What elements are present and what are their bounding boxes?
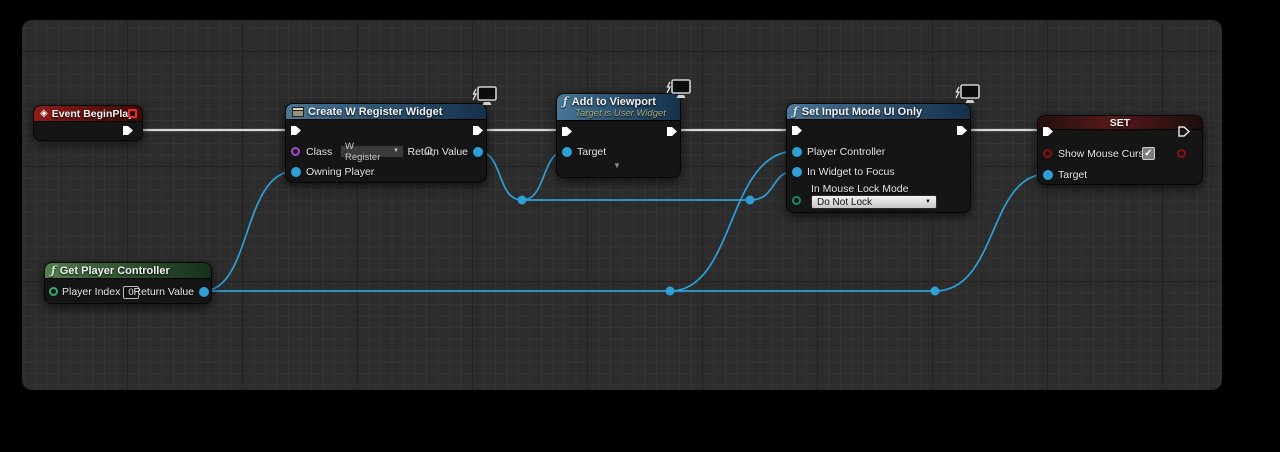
show-mouse-cursor-label: Show Mouse Cursor <box>1058 148 1153 160</box>
function-icon: ƒ <box>51 264 56 277</box>
exec-out-pin[interactable] <box>122 125 134 136</box>
exec-out-pin[interactable] <box>666 126 678 137</box>
return-value-pin[interactable] <box>473 147 483 157</box>
exec-in-pin[interactable] <box>1042 126 1054 137</box>
mouse-lock-mode-value: Do Not Lock <box>817 197 872 208</box>
class-select-dropdown[interactable]: W Register ▼ <box>340 145 404 158</box>
owning-player-label: Owning Player <box>306 166 374 178</box>
function-icon: ƒ <box>793 105 798 118</box>
event-icon: ◈ <box>40 108 48 119</box>
target-pin[interactable] <box>1043 170 1053 180</box>
wire-getpc-owningplayer <box>203 171 295 291</box>
node-title: Create W Register Widget <box>308 106 442 118</box>
in-mouse-lock-mode-label: In Mouse Lock Mode <box>811 183 908 195</box>
reroute-node[interactable] <box>746 196 755 205</box>
player-controller-pin[interactable] <box>792 147 802 157</box>
exec-out-pin[interactable] <box>472 125 484 136</box>
node-add-to-viewport[interactable]: ƒ Add to Viewport Target is User Widget … <box>556 93 681 178</box>
reroute-node[interactable] <box>931 287 940 296</box>
node-set-input-mode[interactable]: ƒ Set Input Mode UI Only Player Controll… <box>786 103 971 213</box>
blueprint-editor-canvas: ◈ Event BeginPlay Create W Register Widg… <box>0 0 1280 452</box>
exec-out-pin[interactable] <box>956 125 968 136</box>
node-header-set-input-mode[interactable]: ƒ Set Input Mode UI Only <box>787 104 970 120</box>
node-header-create-widget[interactable]: Create W Register Widget <box>286 104 486 120</box>
client-monitor-icon <box>470 86 498 110</box>
function-icon: ƒ <box>563 95 568 108</box>
exec-out-pin[interactable] <box>1178 126 1190 137</box>
target-label: Target <box>1058 169 1087 181</box>
show-mouse-cursor-in-pin[interactable] <box>1043 149 1052 158</box>
delegate-pin[interactable] <box>128 109 137 118</box>
node-get-player-controller[interactable]: ƒ Get Player Controller Player Index 0 R… <box>44 262 212 304</box>
in-widget-to-focus-label: In Widget to Focus <box>807 166 895 178</box>
return-value-label: Return Value <box>133 286 194 298</box>
class-pin-label: Class <box>306 146 332 158</box>
node-title: Event BeginPlay <box>52 108 134 120</box>
client-monitor-icon <box>664 79 692 103</box>
return-value-label: Return Value <box>407 146 468 158</box>
wire-getpc-playercontroller <box>670 151 796 291</box>
node-header-add-to-viewport[interactable]: ƒ Add to Viewport Target is User Widget <box>557 94 680 121</box>
reroute-node[interactable] <box>518 196 527 205</box>
class-select-value: W Register <box>345 141 388 163</box>
in-widget-to-focus-pin[interactable] <box>792 167 802 177</box>
return-value-pin[interactable] <box>199 287 209 297</box>
node-header-event-beginplay[interactable]: ◈ Event BeginPlay <box>34 106 142 122</box>
dropdown-arrow-icon: ▼ <box>925 199 931 205</box>
widget-icon <box>292 107 304 117</box>
show-mouse-cursor-out-pin[interactable] <box>1177 149 1186 158</box>
player-controller-label: Player Controller <box>807 146 885 158</box>
player-index-label: Player Index <box>62 286 120 298</box>
client-monitor-icon <box>953 84 981 108</box>
player-index-pin[interactable] <box>49 287 58 296</box>
in-mouse-lock-mode-pin[interactable] <box>792 196 801 205</box>
node-title: SET <box>1110 117 1130 129</box>
collapse-node-icon[interactable]: ▼ <box>613 161 621 170</box>
wires-layer <box>0 0 1280 452</box>
node-create-widget[interactable]: Create W Register Widget Class W Registe… <box>285 103 487 183</box>
node-title: Get Player Controller <box>60 265 170 277</box>
show-mouse-cursor-checkbox[interactable]: ✓ <box>1142 147 1155 160</box>
exec-in-pin[interactable] <box>561 126 573 137</box>
exec-in-pin[interactable] <box>290 125 302 136</box>
node-event-beginplay[interactable]: ◈ Event BeginPlay <box>33 105 143 141</box>
node-subtitle: Target is User Widget <box>575 108 666 119</box>
node-header-get-player-controller[interactable]: ƒ Get Player Controller <box>45 263 211 279</box>
class-pin[interactable] <box>291 147 300 156</box>
node-title: Set Input Mode UI Only <box>802 106 922 118</box>
target-label: Target <box>577 146 606 158</box>
node-set-show-mouse-cursor[interactable]: SET Show Mouse Cursor ✓ Target <box>1037 115 1203 185</box>
reroute-node[interactable] <box>666 287 675 296</box>
target-pin[interactable] <box>562 147 572 157</box>
mouse-lock-mode-dropdown[interactable]: Do Not Lock ▼ <box>811 195 937 209</box>
node-title: Add to Viewport <box>572 96 656 108</box>
exec-in-pin[interactable] <box>791 125 803 136</box>
owning-player-pin[interactable] <box>291 167 301 177</box>
dropdown-arrow-icon: ▼ <box>393 146 399 157</box>
